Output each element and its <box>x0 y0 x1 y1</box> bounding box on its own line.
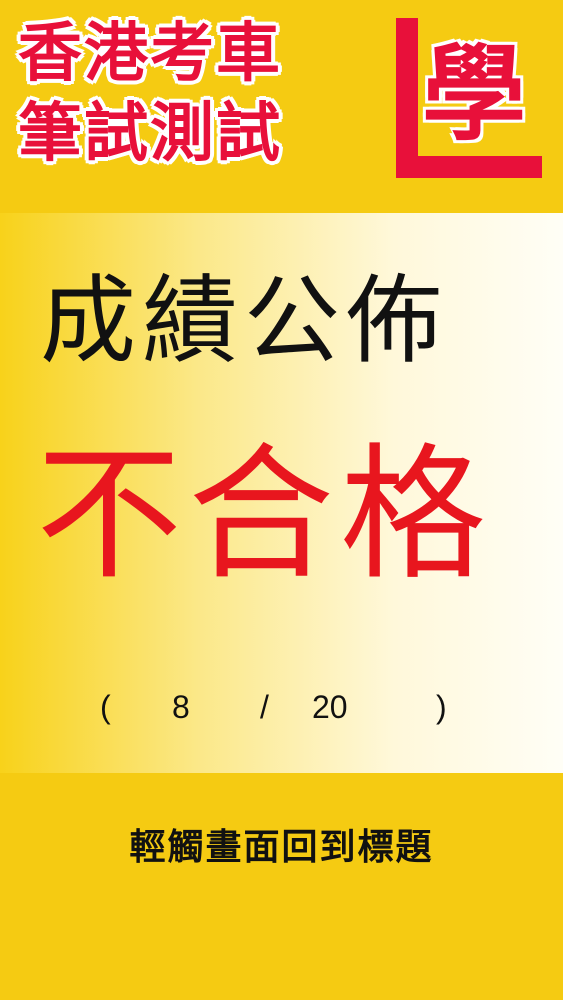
app-header: 香港考車 筆試測試 學 <box>0 0 563 213</box>
result-verdict: 不合格 <box>36 430 492 600</box>
footer-bar[interactable]: 輕觸畫面回到標題 <box>0 773 563 1000</box>
app-title-line-1: 香港考車 <box>18 17 282 91</box>
score-total: 20 <box>312 689 348 725</box>
result-heading: 成績公佈 <box>40 265 448 377</box>
app-title-line-2: 筆試測試 <box>18 97 282 171</box>
back-to-title-button[interactable]: 輕觸畫面回到標題 <box>0 823 563 873</box>
result-panel[interactable]: 成績公佈 不合格 ( 8 / 20 ) <box>0 213 563 773</box>
score-close-paren: ) <box>436 689 447 725</box>
score-separator: / <box>260 689 269 725</box>
logo-l-shape-vertical <box>396 18 418 178</box>
logo-l-shape-horizontal <box>396 156 542 178</box>
learner-plate-logo: 學 <box>392 14 550 186</box>
app-title: 香港考車 筆試測試 <box>18 14 388 174</box>
score-display: ( 8 / 20 ) <box>100 683 460 733</box>
logo-character: 學 <box>422 33 527 155</box>
score-open-paren: ( <box>100 689 111 725</box>
score-correct: 8 <box>172 689 190 725</box>
